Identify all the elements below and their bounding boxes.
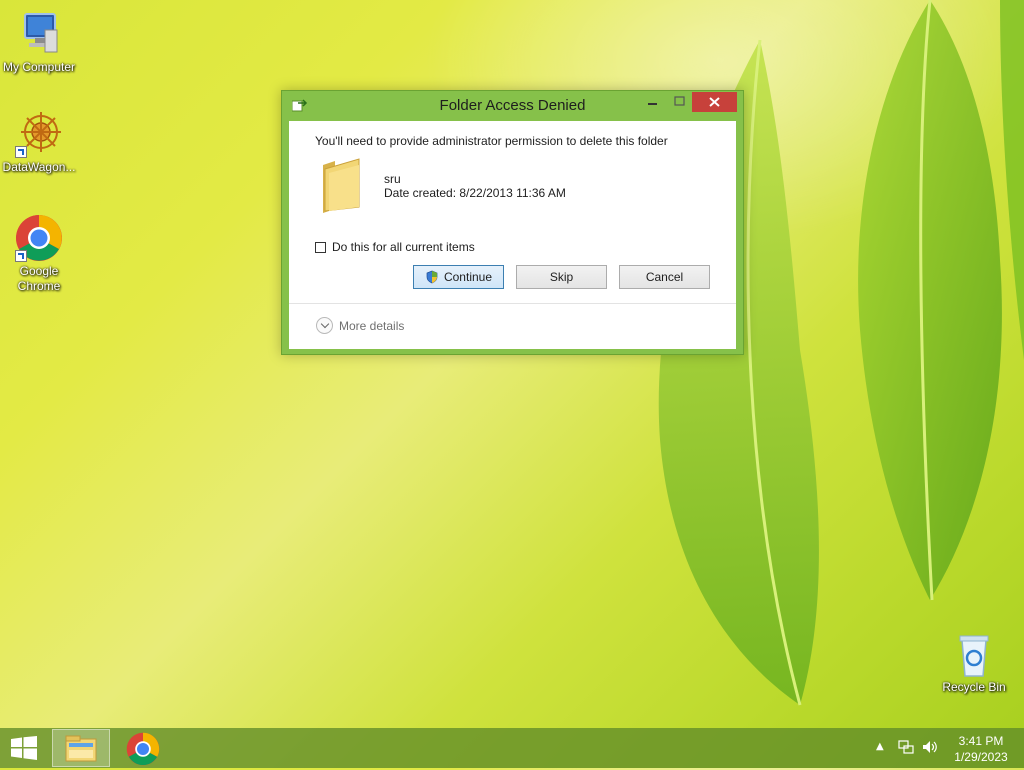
chrome-icon [126,732,160,766]
desktop-icon-recycle-bin[interactable]: Recycle Bin [936,630,1012,695]
desktop-icon-google-chrome[interactable]: Google Chrome [1,214,77,294]
taskbar: ▲ 3:41 PM 1/29/2023 [0,728,1024,768]
clock-time: 3:41 PM [958,734,1004,748]
minimize-icon [648,103,657,105]
continue-button-label: Continue [443,270,493,284]
continue-button[interactable]: Continue [413,265,504,289]
dialog-message: You'll need to provide administrator per… [315,134,668,148]
apply-to-all-row[interactable]: Do this for all current items [315,240,475,254]
computer-icon [15,10,63,58]
show-hidden-icons-arrow[interactable]: ▲ [876,741,884,752]
dialog-titlebar[interactable]: Folder Access Denied [282,91,743,121]
apply-to-all-label[interactable]: Do this for all current items [332,240,475,254]
folder-icon [323,158,360,213]
chevron-down-icon[interactable] [316,317,333,334]
chrome-icon [15,214,63,262]
volume-icon[interactable] [922,739,938,755]
cancel-button-label: Cancel [645,270,684,284]
maximize-icon [674,96,685,106]
desktop-icon-label: Recycle Bin [942,680,1006,694]
cancel-button[interactable]: Cancel [619,265,710,289]
skip-button[interactable]: Skip [516,265,607,289]
item-date-created: Date created: 8/22/2013 11:36 AM [384,186,566,200]
desktop-icon-label: My Computer [2,60,76,74]
windows-start-icon[interactable] [10,736,38,760]
folder-access-denied-dialog: Folder Access Denied You'll need to prov… [281,90,744,355]
desktop-icon-my-computer[interactable]: My Computer [1,10,77,75]
apply-to-all-checkbox[interactable] [315,241,326,253]
taskbar-chrome[interactable] [126,732,160,766]
dialog-divider [289,303,736,304]
uac-shield-icon [426,270,438,284]
more-details-toggle[interactable]: More details [316,317,404,334]
close-icon [709,97,720,107]
taskbar-file-explorer[interactable] [52,729,110,767]
dialog-content: You'll need to provide administrator per… [289,121,736,349]
shortcut-arrow-icon [15,250,27,262]
datawagon-icon [15,110,63,158]
clock-date: 1/29/2023 [954,750,1008,764]
minimize-button[interactable] [640,92,666,112]
desktop-icon-label: Google Chrome [17,264,61,293]
item-name: sru [384,172,401,186]
desktop-icon-label: DataWagon... [2,160,76,174]
recycle-bin-icon [950,630,998,678]
shortcut-arrow-icon [15,146,27,158]
skip-button-label: Skip [549,270,574,284]
network-icon[interactable] [898,739,914,755]
close-button[interactable] [692,92,737,112]
maximize-button[interactable] [667,92,693,112]
taskbar-clock[interactable]: 3:41 PM 1/29/2023 [950,733,1012,765]
more-details-label[interactable]: More details [339,319,404,333]
file-explorer-icon [65,735,97,762]
desktop-icon-datawagon[interactable]: DataWagon... [1,110,77,175]
